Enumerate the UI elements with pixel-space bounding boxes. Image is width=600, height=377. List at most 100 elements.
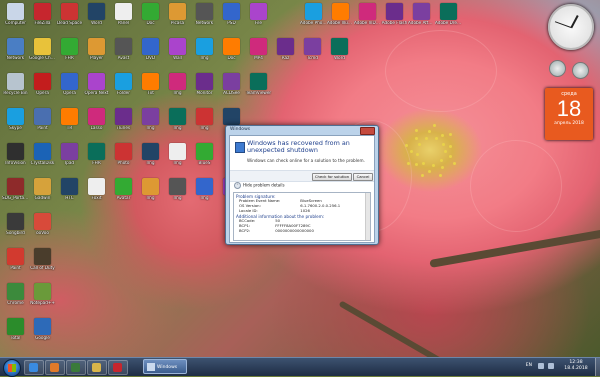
desktop-icon-gadwin[interactable]: Gadwin xyxy=(29,178,56,201)
desktop-icon-tr[interactable]: TR xyxy=(56,108,83,131)
taskbar-pinned-firefox[interactable] xyxy=(45,360,65,375)
check-for-solution-button[interactable]: Check for solution xyxy=(312,173,352,181)
desktop-icon-paint[interactable]: Paint xyxy=(29,108,56,131)
desktop-icon-adobe-flash[interactable]: Adobe Flash xyxy=(381,3,408,26)
desktop-icon-raz[interactable]: Raz xyxy=(272,38,299,61)
desktop-icon-total[interactable]: Total xyxy=(2,318,29,341)
desktop-icon-fhr[interactable]: FHR xyxy=(83,143,110,166)
desktop-icon-notepad-[interactable]: Notepad++ xyxy=(29,283,56,306)
taskbar-pinned-filezilla[interactable] xyxy=(108,360,128,375)
desktop-icon-adobe-dreamweaver[interactable]: Adobe Dreamweaver xyxy=(435,3,462,26)
hide-details-toggle[interactable]: ⌃ Hide problem details xyxy=(234,182,285,189)
desktop-icon-img[interactable]: Img xyxy=(164,108,191,131)
taskbar-pinned-explorer[interactable] xyxy=(87,360,107,375)
language-indicator[interactable]: EN xyxy=(526,363,532,368)
desktop-icon-file[interactable]: File xyxy=(245,3,272,26)
desktop-icon-adobe-after-effects[interactable]: Adobe After Effects xyxy=(408,3,435,26)
desktop-icon-acdsee[interactable]: ACDSee xyxy=(218,73,245,96)
desktop-icon-network[interactable]: Network xyxy=(191,3,218,26)
desktop-icon-call-of-duty[interactable]: Call of Duty xyxy=(29,248,56,271)
desktop-icon-google-chrome[interactable]: Google Chrome xyxy=(29,38,56,61)
desktop-icon-img[interactable]: Img xyxy=(137,178,164,201)
desktop-icon-adobe-photoshop[interactable]: Adobe Photoshop xyxy=(300,3,327,26)
desktop-icon-sdg-portable[interactable]: SDG_Portable xyxy=(2,178,29,201)
desktop-icon-word[interactable]: Word xyxy=(83,3,110,26)
clock-tray[interactable]: 12:38 18.4.2018 xyxy=(561,360,591,372)
network-icon[interactable] xyxy=(538,363,544,369)
desktop-icon-label: Photo xyxy=(117,161,130,165)
details-scrollbar[interactable] xyxy=(365,193,370,240)
gadget-meter-2[interactable] xyxy=(572,62,589,79)
desktop-icon-adobe-indesign[interactable]: Adobe InDesign xyxy=(354,3,381,26)
desktop-icon-chrome[interactable]: Chrome xyxy=(2,283,29,306)
desktop-icon-lasso[interactable]: Lasso xyxy=(83,108,110,131)
desktop-icon-img[interactable]: Img xyxy=(137,143,164,166)
desktop-icon-google[interactable]: Google xyxy=(29,318,56,341)
start-button[interactable] xyxy=(3,359,21,377)
desktop-icon-psd[interactable]: PSD xyxy=(218,3,245,26)
desktop-icon-img[interactable]: Img xyxy=(164,178,191,201)
desktop-icon-computer[interactable]: Computer xyxy=(2,3,29,26)
desktop-icon-fhr[interactable]: FHR xyxy=(56,38,83,61)
desktop-icon-crystaldisk[interactable]: CrystalDisk xyxy=(29,143,56,166)
desktop-icon-foxit[interactable]: Foxit xyxy=(83,178,110,201)
gadget-cpu-meter[interactable] xyxy=(549,60,566,77)
close-button[interactable] xyxy=(360,127,375,135)
desktop-icon-monitor[interactable]: Monitor xyxy=(191,73,218,96)
calendar-gadget[interactable]: среда 18 апрель 2018 xyxy=(545,88,593,140)
desktop-icon-avatar[interactable]: Avatar xyxy=(110,178,137,201)
desktop-icon-label: Total xyxy=(10,336,21,340)
desktop-icon-img[interactable]: Img xyxy=(191,178,218,201)
desktop-icon-skype[interactable]: Skype xyxy=(2,108,29,131)
desktop-icon-opera[interactable]: Opera xyxy=(56,73,83,96)
task-label: Windows xyxy=(157,365,178,370)
desktop-icon-img[interactable]: Img xyxy=(191,38,218,61)
desktop-icon-teamviewer[interactable]: TeamViewer xyxy=(245,73,272,96)
desktop-icon-img[interactable]: Img xyxy=(191,108,218,131)
desktop-icon-label: Paint xyxy=(37,126,48,130)
desktop-icon-songbird[interactable]: Songbird xyxy=(2,213,29,236)
desktop-icon-recycle-bin[interactable]: Recycle Bin xyxy=(2,73,29,96)
dialog-body: Windows has recovered from an unexpected… xyxy=(229,135,375,243)
desktop-icon-avast[interactable]: Avast xyxy=(110,38,137,61)
desktop-icon-picasa[interactable]: Picasa xyxy=(164,3,191,26)
desktop-icon-doc[interactable]: Doc xyxy=(218,38,245,61)
desktop-icon-itunes[interactable]: iTunes xyxy=(110,108,137,131)
desktop-icon-dead-space[interactable]: Dead Space xyxy=(56,3,83,26)
desktop-icon-paint[interactable]: Paint xyxy=(2,248,29,271)
desktop-icon-img[interactable]: Img xyxy=(137,108,164,131)
desktop-icon-opera[interactable]: Opera xyxy=(29,73,56,96)
show-desktop-button[interactable] xyxy=(595,358,600,376)
desktop-icon-oovoo[interactable]: ooVoo xyxy=(29,213,56,236)
desktop-icon-network[interactable]: Network xyxy=(2,38,29,61)
problem-details-box[interactable]: Problem signature: Problem Event Name: Bl… xyxy=(233,192,371,241)
desktop-icon-img[interactable]: Img xyxy=(164,143,191,166)
desktop-icon-doc[interactable]: Doc xyxy=(137,3,164,26)
desktop-icon-htc[interactable]: HTC xyxy=(56,178,83,201)
desktop-icon-network-icon xyxy=(196,3,213,20)
desktop-icon-photo[interactable]: Photo xyxy=(110,143,137,166)
desktop-icon-dvd[interactable]: DVD xyxy=(137,38,164,61)
desktop-icon-folder[interactable]: Folder xyxy=(110,73,137,96)
desktop-icon-filezilla[interactable]: FileZilla xyxy=(29,3,56,26)
desktop-icon-tcmd[interactable]: Tcmd xyxy=(299,38,326,61)
desktop-icon-blues[interactable]: BlueS xyxy=(191,143,218,166)
desktop-icon-mp4[interactable]: MP4 xyxy=(245,38,272,61)
desktop-icon-panel[interactable]: Panel xyxy=(110,3,137,26)
desktop-icon-word[interactable]: Word xyxy=(326,38,353,61)
desktop-icon-adobe-illustrator[interactable]: Adobe Illustrator xyxy=(327,3,354,26)
desktop-icon-skype-icon xyxy=(7,108,24,125)
desktop-icon-infovision[interactable]: InfoVision xyxy=(2,143,29,166)
desktop-icon-txt[interactable]: Txt xyxy=(137,73,164,96)
desktop-icon-opera-next[interactable]: Opera Next xyxy=(83,73,110,96)
taskbar-pinned-ie[interactable] xyxy=(24,360,44,375)
desktop-icon-player[interactable]: Player xyxy=(83,38,110,61)
desktop-icon-wall[interactable]: Wall xyxy=(164,38,191,61)
desktop-icon-ipad[interactable]: Ipad xyxy=(56,143,83,166)
taskbar-task-windows[interactable]: Windows xyxy=(143,359,187,374)
desktop-icon-img[interactable]: Img xyxy=(164,73,191,96)
cancel-button[interactable]: Cancel xyxy=(353,173,373,181)
taskbar-pinned-player[interactable] xyxy=(66,360,86,375)
volume-icon[interactable] xyxy=(548,363,554,369)
clock-gadget[interactable] xyxy=(548,4,594,50)
